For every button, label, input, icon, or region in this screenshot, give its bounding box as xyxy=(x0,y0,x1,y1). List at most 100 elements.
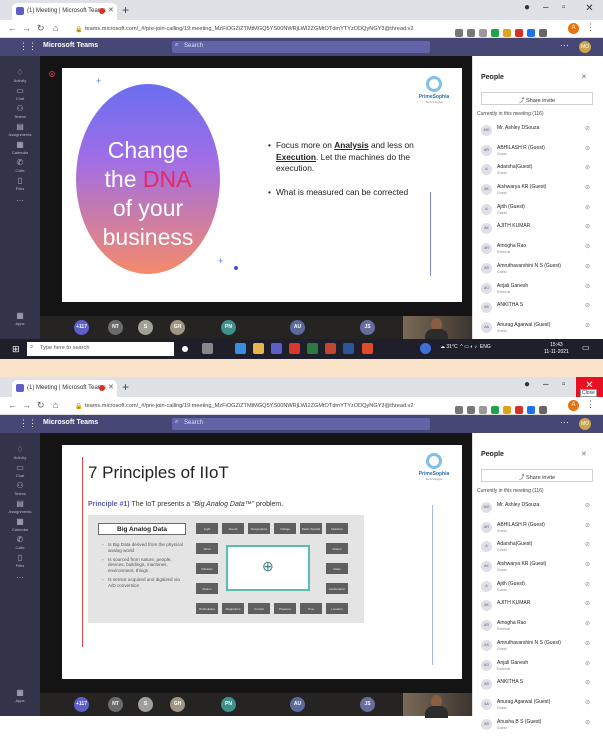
participant-avatar[interactable]: GH xyxy=(170,320,185,335)
extension-red-icon[interactable] xyxy=(515,29,523,37)
participant-avatar[interactable]: JS xyxy=(360,320,375,335)
participant-avatar[interactable]: GH xyxy=(170,697,185,712)
rail-chat[interactable]: ▭ Chat xyxy=(0,463,40,478)
forward-icon[interactable]: → xyxy=(22,400,31,410)
participant-avatar[interactable]: NT xyxy=(108,320,123,335)
notification-icon[interactable]: ▭ xyxy=(582,343,590,352)
participant-row[interactable]: AK AJITH KUMAR ⊘ xyxy=(481,221,599,241)
participant-row[interactable]: AK Aishwarya KR (Guest) Guest ⊘ xyxy=(481,182,599,202)
rail-apps[interactable]: ▦ Apps xyxy=(0,688,40,703)
extension-yellow-icon[interactable] xyxy=(503,406,511,414)
app-launcher-icon[interactable]: ⋮⋮ xyxy=(19,418,37,429)
profile-avatar[interactable]: A xyxy=(568,400,579,411)
rail-assignments[interactable]: ▤ Assignments xyxy=(0,499,40,514)
participant-row[interactable]: AR ABHILASH R (Guest) Guest ⊘ xyxy=(481,520,599,540)
extension-yellow-icon[interactable] xyxy=(503,29,511,37)
participant-row[interactable]: MO Mr. Ashley DSouza ⊘ xyxy=(481,500,599,520)
puzzle-icon[interactable] xyxy=(539,406,547,414)
star-icon[interactable] xyxy=(479,406,487,414)
close-panel-icon[interactable]: ✕ xyxy=(581,73,587,81)
home-icon[interactable]: ⌂ xyxy=(53,23,58,33)
excel-icon[interactable] xyxy=(307,343,318,354)
participant-avatar[interactable]: PN xyxy=(221,697,236,712)
participant-row[interactable]: AA Anurag Agarwal (Guest) Guest ⊘ xyxy=(481,697,599,717)
participant-row[interactable]: AS ANKITHA S ⊘ xyxy=(481,300,599,320)
rail-assignments[interactable]: ▤ Assignments xyxy=(0,122,40,137)
participant-avatar[interactable]: AU xyxy=(290,697,305,712)
extension-blue-icon[interactable] xyxy=(527,29,535,37)
participant-row[interactable]: AR Amogha Rao External ⊘ xyxy=(481,618,599,638)
extension-red-icon[interactable] xyxy=(515,406,523,414)
participants-heading[interactable]: Currently in this meeting (116) xyxy=(477,111,544,117)
rail-calls[interactable]: ✆ Calls xyxy=(0,158,40,173)
menu-icon[interactable]: ⋮ xyxy=(586,399,595,410)
taskbar-clock[interactable]: 15:43 11-11-2021 xyxy=(544,342,569,356)
participant-row[interactable]: AR ABHILASH R (Guest) Guest ⊘ xyxy=(481,143,599,163)
close-panel-icon[interactable]: ✕ xyxy=(581,450,587,458)
participant-avatar[interactable]: JS xyxy=(360,697,375,712)
camera-icon[interactable] xyxy=(455,406,463,414)
participant-row[interactable]: MO Mr. Ashley DSouza ⊘ xyxy=(481,123,599,143)
rail-calendar[interactable]: ▦ Calendar xyxy=(0,517,40,532)
menu-icon[interactable]: ⋮ xyxy=(586,22,595,33)
share-invite-button[interactable]: ⤴ Share invite xyxy=(481,469,593,482)
share-invite-button[interactable]: ⤴ Share invite xyxy=(481,92,593,105)
rail-more[interactable]: ··· xyxy=(0,573,40,582)
windows-start-icon[interactable]: ⊞ xyxy=(12,344,20,355)
participant-row[interactable]: AK Aishwarya KR (Guest) Guest ⊘ xyxy=(481,559,599,579)
participant-row[interactable]: A Adarsha(Guest) Guest ⊘ xyxy=(481,539,599,559)
star-icon[interactable] xyxy=(479,29,487,37)
participant-row[interactable]: AS ANKITHA S ⊘ xyxy=(481,677,599,697)
more-options-icon[interactable]: ··· xyxy=(560,417,569,427)
rail-more[interactable]: ··· xyxy=(0,196,40,205)
participant-row[interactable]: A Ajith (Guest) Guest ⊘ xyxy=(481,202,599,222)
home-icon[interactable]: ⌂ xyxy=(53,400,58,410)
participant-avatar[interactable]: S xyxy=(138,320,153,335)
app-icon[interactable] xyxy=(420,343,431,354)
new-tab-icon[interactable]: + xyxy=(122,380,129,394)
camera-icon[interactable] xyxy=(455,29,463,37)
url-field[interactable]: 🔒 teams.microsoft.com/_#/pre-join-callin… xyxy=(75,23,435,35)
teams-search-input[interactable]: ⌕ Search xyxy=(172,41,430,53)
teams-app-icon[interactable] xyxy=(271,343,282,354)
word-icon[interactable] xyxy=(343,343,354,354)
forward-icon[interactable]: → xyxy=(22,23,31,33)
participant-row[interactable]: A Ajith (Guest) Guest ⊘ xyxy=(481,579,599,599)
rail-teams[interactable]: ⚇ Teams xyxy=(0,481,40,496)
participants-heading[interactable]: Currently in this meeting (116) xyxy=(477,488,544,494)
participant-row[interactable]: AR Amogha Rao External ⊘ xyxy=(481,241,599,261)
extension-blue-icon[interactable] xyxy=(527,406,535,414)
participant-row[interactable]: AA Anurag Agarwal (Guest) Guest ⊘ xyxy=(481,320,599,340)
back-icon[interactable]: ← xyxy=(8,400,17,410)
rail-teams[interactable]: ⚇ Teams xyxy=(0,104,40,119)
task-view-icon[interactable] xyxy=(202,343,213,354)
participant-count[interactable]: +117 xyxy=(74,697,89,712)
explorer-icon[interactable] xyxy=(253,343,264,354)
bookmark-icon[interactable] xyxy=(467,29,475,37)
user-avatar[interactable]: MO xyxy=(579,418,591,430)
rail-activity[interactable]: ♢ Activity xyxy=(0,68,40,83)
tab-close-icon[interactable]: ✕ xyxy=(108,6,114,14)
minimize-icon[interactable]: – xyxy=(543,2,549,13)
maximize-icon[interactable]: ▫ xyxy=(562,379,566,390)
participant-row[interactable]: AS Amruthavarshini N S (Guest) Guest ⊘ xyxy=(481,261,599,281)
participant-row[interactable]: AS Anusha B S (Guest) Guest ⊘ xyxy=(481,717,599,736)
more-options-icon[interactable]: ··· xyxy=(560,40,569,50)
extension-green-icon[interactable] xyxy=(491,406,499,414)
reload-icon[interactable]: ↻ xyxy=(37,23,45,34)
account-icon[interactable]: ● xyxy=(524,2,530,13)
browser-tab[interactable]: (1) Meeting | Microsoft Teams ✕ xyxy=(12,3,117,20)
rail-calls[interactable]: ✆ Calls xyxy=(0,535,40,550)
participant-avatar[interactable]: PN xyxy=(221,320,236,335)
participant-avatar[interactable]: AU xyxy=(290,320,305,335)
language[interactable]: ENG xyxy=(480,344,491,350)
rail-apps[interactable]: ▦ Apps xyxy=(0,311,40,326)
app-launcher-icon[interactable]: ⋮⋮ xyxy=(19,41,37,52)
taskbar-search[interactable]: ⌕ Type here to search xyxy=(27,342,174,356)
participant-count[interactable]: +117 xyxy=(74,320,89,335)
account-icon[interactable]: ● xyxy=(524,379,530,390)
bookmark-icon[interactable] xyxy=(467,406,475,414)
back-icon[interactable]: ← xyxy=(8,23,17,33)
profile-avatar[interactable]: A xyxy=(568,23,579,34)
rail-chat[interactable]: ▭ Chat xyxy=(0,86,40,101)
